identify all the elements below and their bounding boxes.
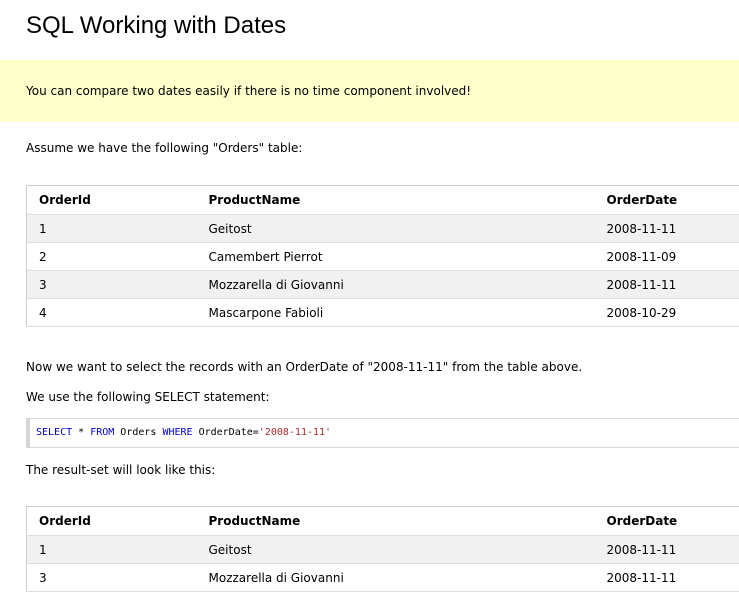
statement-intro: We use the following SELECT statement: (26, 390, 270, 404)
result-intro: The result-set will look like this: (26, 463, 216, 477)
sql-star: * (72, 427, 91, 438)
cell-order-id: 2 (26, 242, 197, 271)
table-header-row: OrderId ProductName OrderDate (26, 506, 739, 536)
table-row: 3 Mozzarella di Giovanni 2008-11-11 (26, 563, 739, 592)
sql-code-block: SELECT * FROM Orders WHERE OrderDate='20… (26, 418, 739, 448)
header-product-name: ProductName (196, 185, 595, 215)
cell-product-name: Mascarpone Fabioli (196, 298, 595, 327)
cell-product-name: Geitost (196, 535, 595, 564)
sql-keyword-where: WHERE (162, 427, 193, 438)
cell-order-id: 4 (26, 298, 197, 327)
header-product-name: ProductName (196, 506, 595, 536)
header-order-id: OrderId (26, 506, 197, 536)
sql-keyword-select: SELECT (36, 427, 73, 438)
cell-product-name: Geitost (196, 214, 595, 243)
cell-order-id: 1 (26, 214, 197, 243)
table-row: 1 Geitost 2008-11-11 (26, 214, 739, 243)
cell-order-date: 2008-11-11 (594, 270, 739, 299)
cell-order-date: 2008-10-29 (594, 298, 739, 327)
cell-order-date: 2008-11-11 (594, 563, 739, 592)
sql-date-literal: '2008-11-11' (258, 427, 332, 438)
note-panel: You can compare two dates easily if ther… (0, 60, 739, 122)
cell-order-id: 1 (26, 535, 197, 564)
sql-table-name: Orders (114, 427, 163, 438)
table-header-row: OrderId ProductName OrderDate (26, 185, 739, 215)
orders-table: OrderId ProductName OrderDate 1 Geitost … (26, 185, 739, 327)
cell-order-id: 3 (26, 270, 197, 299)
header-order-id: OrderId (26, 185, 197, 215)
header-order-date: OrderDate (594, 506, 739, 536)
result-table: OrderId ProductName OrderDate 1 Geitost … (26, 506, 739, 592)
cell-order-id: 3 (26, 563, 197, 592)
table-row: 3 Mozzarella di Giovanni 2008-11-11 (26, 270, 739, 299)
header-order-date: OrderDate (594, 185, 739, 215)
cell-order-date: 2008-11-11 (594, 535, 739, 564)
page: SQL Working with Dates You can compare t… (0, 0, 739, 601)
cell-order-date: 2008-11-11 (594, 214, 739, 243)
table-row: 2 Camembert Pierrot 2008-11-09 (26, 242, 739, 271)
cell-product-name: Mozzarella di Giovanni (196, 563, 595, 592)
sql-keyword-from: FROM (90, 427, 115, 438)
select-explanation: Now we want to select the records with a… (26, 360, 583, 374)
table-row: 4 Mascarpone Fabioli 2008-10-29 (26, 298, 739, 327)
cell-order-date: 2008-11-09 (594, 242, 739, 271)
cell-product-name: Camembert Pierrot (196, 242, 595, 271)
cell-product-name: Mozzarella di Giovanni (196, 270, 595, 299)
table-row: 1 Geitost 2008-11-11 (26, 535, 739, 564)
sql-condition: OrderDate= (192, 427, 259, 438)
page-title: SQL Working with Dates (26, 12, 287, 39)
intro-text: Assume we have the following "Orders" ta… (26, 141, 303, 155)
